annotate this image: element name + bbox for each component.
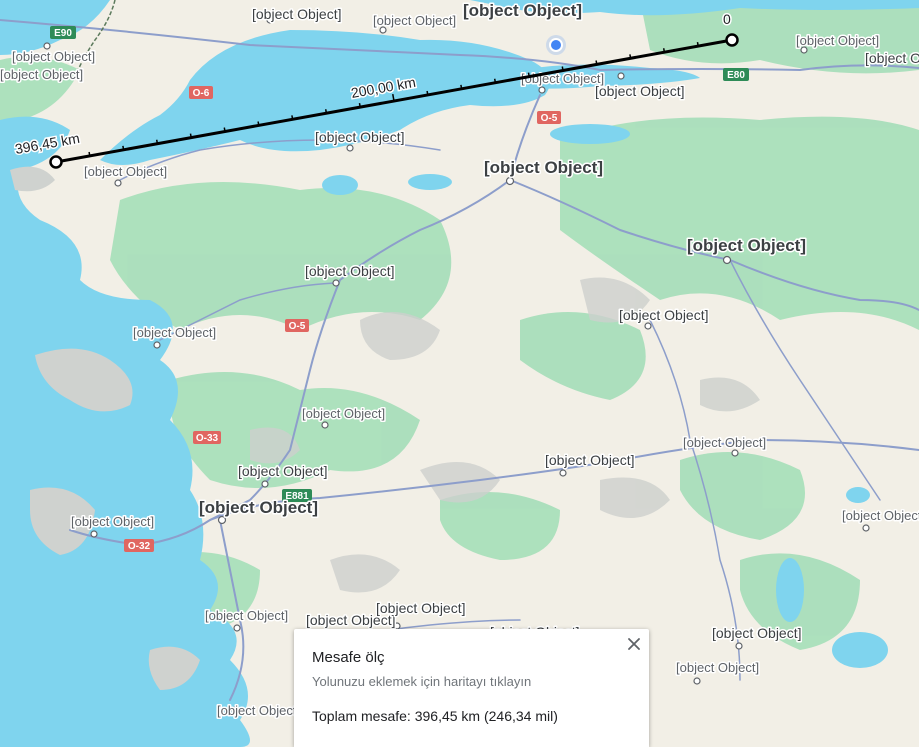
city-label: [object Object]	[315, 129, 405, 145]
city-label: [object Object]	[133, 325, 216, 340]
measure-tick	[155, 139, 159, 144]
city-label: [object Object]	[12, 49, 95, 64]
svg-text:O-5: O-5	[541, 113, 558, 124]
svg-text:E90: E90	[54, 28, 72, 39]
city-label: [object Object]	[521, 71, 604, 86]
city-label: [object Object]	[302, 406, 385, 421]
road-badge-e90: E90	[50, 26, 76, 39]
close-button[interactable]	[623, 633, 645, 655]
close-icon[interactable]	[623, 633, 645, 655]
city-label: [object Object]	[217, 703, 300, 718]
city-label: [object Object]	[545, 452, 635, 468]
panel-title: Mesafe ölç	[312, 649, 385, 666]
city-label: [object Object]	[687, 236, 806, 255]
city-label: [object Object]	[463, 1, 582, 20]
road-badge-o32: O-32	[124, 539, 154, 552]
total-distance: Toplam mesafe: 396,45 km (246,34 mil)	[312, 708, 558, 724]
city-label: [object Object]	[676, 660, 759, 675]
city-label: [object Object]	[71, 514, 154, 529]
city-label: [object Object]	[712, 625, 802, 641]
road-badge-o5-south: O-5	[285, 319, 309, 332]
road-badge-o6: O-6	[189, 86, 213, 99]
city-label: [object Object]	[842, 508, 919, 523]
measure-tick	[595, 60, 598, 65]
measure-tick	[88, 151, 91, 157]
panel-subtitle: Yolunuzu eklemek için haritayı tıklayın	[312, 674, 532, 689]
city-label: [object Object]	[205, 608, 288, 623]
svg-text:E80: E80	[727, 70, 745, 81]
measure-tick	[324, 109, 328, 114]
city-label: [object Object]	[0, 67, 83, 82]
measure-tick	[629, 54, 632, 59]
measure-tick	[291, 115, 294, 120]
measure-tick	[493, 78, 497, 83]
city-label: [object Object]	[84, 164, 167, 179]
measure-tick	[696, 42, 699, 47]
measure-tick	[358, 103, 361, 108]
city-label: [object Object]	[683, 435, 766, 450]
city-label: [object Object]	[373, 13, 456, 28]
measure-start-point[interactable]	[49, 155, 63, 169]
measure-tick	[426, 90, 429, 96]
measure-tick	[257, 121, 260, 126]
measure-tick	[561, 66, 564, 71]
current-location-marker[interactable]	[546, 35, 566, 55]
measure-tick	[527, 72, 530, 77]
measure-tick	[122, 145, 125, 150]
city-label: [object Object]	[252, 6, 342, 22]
measure-tick	[189, 133, 192, 138]
city-label: [object Object]	[238, 463, 328, 479]
city-label: [object Object]	[305, 263, 395, 279]
measure-distance-panel: Mesafe ölç Yolunuzu eklemek için haritay…	[294, 629, 649, 747]
city-label: [object Object]	[199, 498, 318, 517]
city-label: [object Object]	[484, 158, 603, 177]
svg-text:O-6: O-6	[193, 88, 210, 99]
measure-tick	[460, 84, 463, 89]
measure-tick	[662, 48, 666, 53]
city-label: [object Object]	[865, 50, 919, 66]
city-label: [object Object]	[619, 307, 709, 323]
city-label: [object Object]	[376, 600, 466, 616]
road-badge-o5-north: O-5	[537, 111, 561, 124]
city-label: [object Object]	[595, 83, 685, 99]
svg-text:O-32: O-32	[128, 541, 151, 552]
road-badge-o33: O-33	[193, 431, 221, 444]
measure-end-point[interactable]	[725, 33, 739, 47]
measure-end-label: 0	[723, 11, 731, 27]
svg-text:O-5: O-5	[289, 321, 306, 332]
road-badge-e80: E80	[723, 68, 749, 81]
svg-text:O-33: O-33	[196, 433, 219, 444]
measure-tick	[223, 127, 226, 132]
city-label: [object Object]	[796, 33, 879, 48]
